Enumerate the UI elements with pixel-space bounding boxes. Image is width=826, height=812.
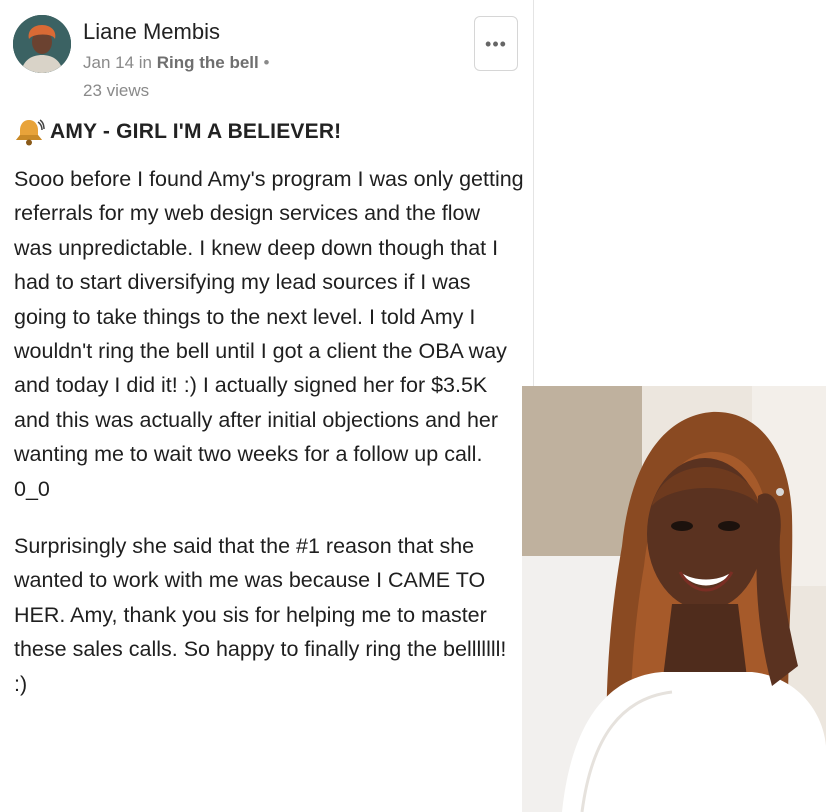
post-paragraph: Surprisingly she said that the #1 reason… [14,534,507,696]
post-screenshot: Liane Membis Jan 14 in Ring the bell • 2… [0,0,826,812]
column-divider [533,0,534,386]
portrait-illustration [522,386,826,812]
view-count: 23 views [83,81,150,100]
category-link[interactable]: Ring the bell [157,53,259,72]
post-body: Sooo before I found Amy's program I was … [14,162,524,701]
more-dots-icon: ••• [485,33,507,54]
in-label: in [138,53,153,72]
post-paragraph: Sooo before I found Amy's program I was … [14,167,524,501]
avatar-image [13,15,71,73]
post-meta: Jan 14 in Ring the bell • [83,53,269,73]
author-name[interactable]: Liane Membis [83,19,220,45]
meta-separator: • [263,53,270,72]
avatar[interactable] [13,15,71,73]
post-title: AMY - GIRL I'M A BELIEVER! [50,120,342,143]
more-options-button[interactable]: ••• [474,16,518,71]
bell-icon [16,119,45,146]
post-title-row: AMY - GIRL I'M A BELIEVER! [13,118,341,146]
post-date: Jan 14 [83,53,135,72]
portrait-photo [522,386,826,812]
